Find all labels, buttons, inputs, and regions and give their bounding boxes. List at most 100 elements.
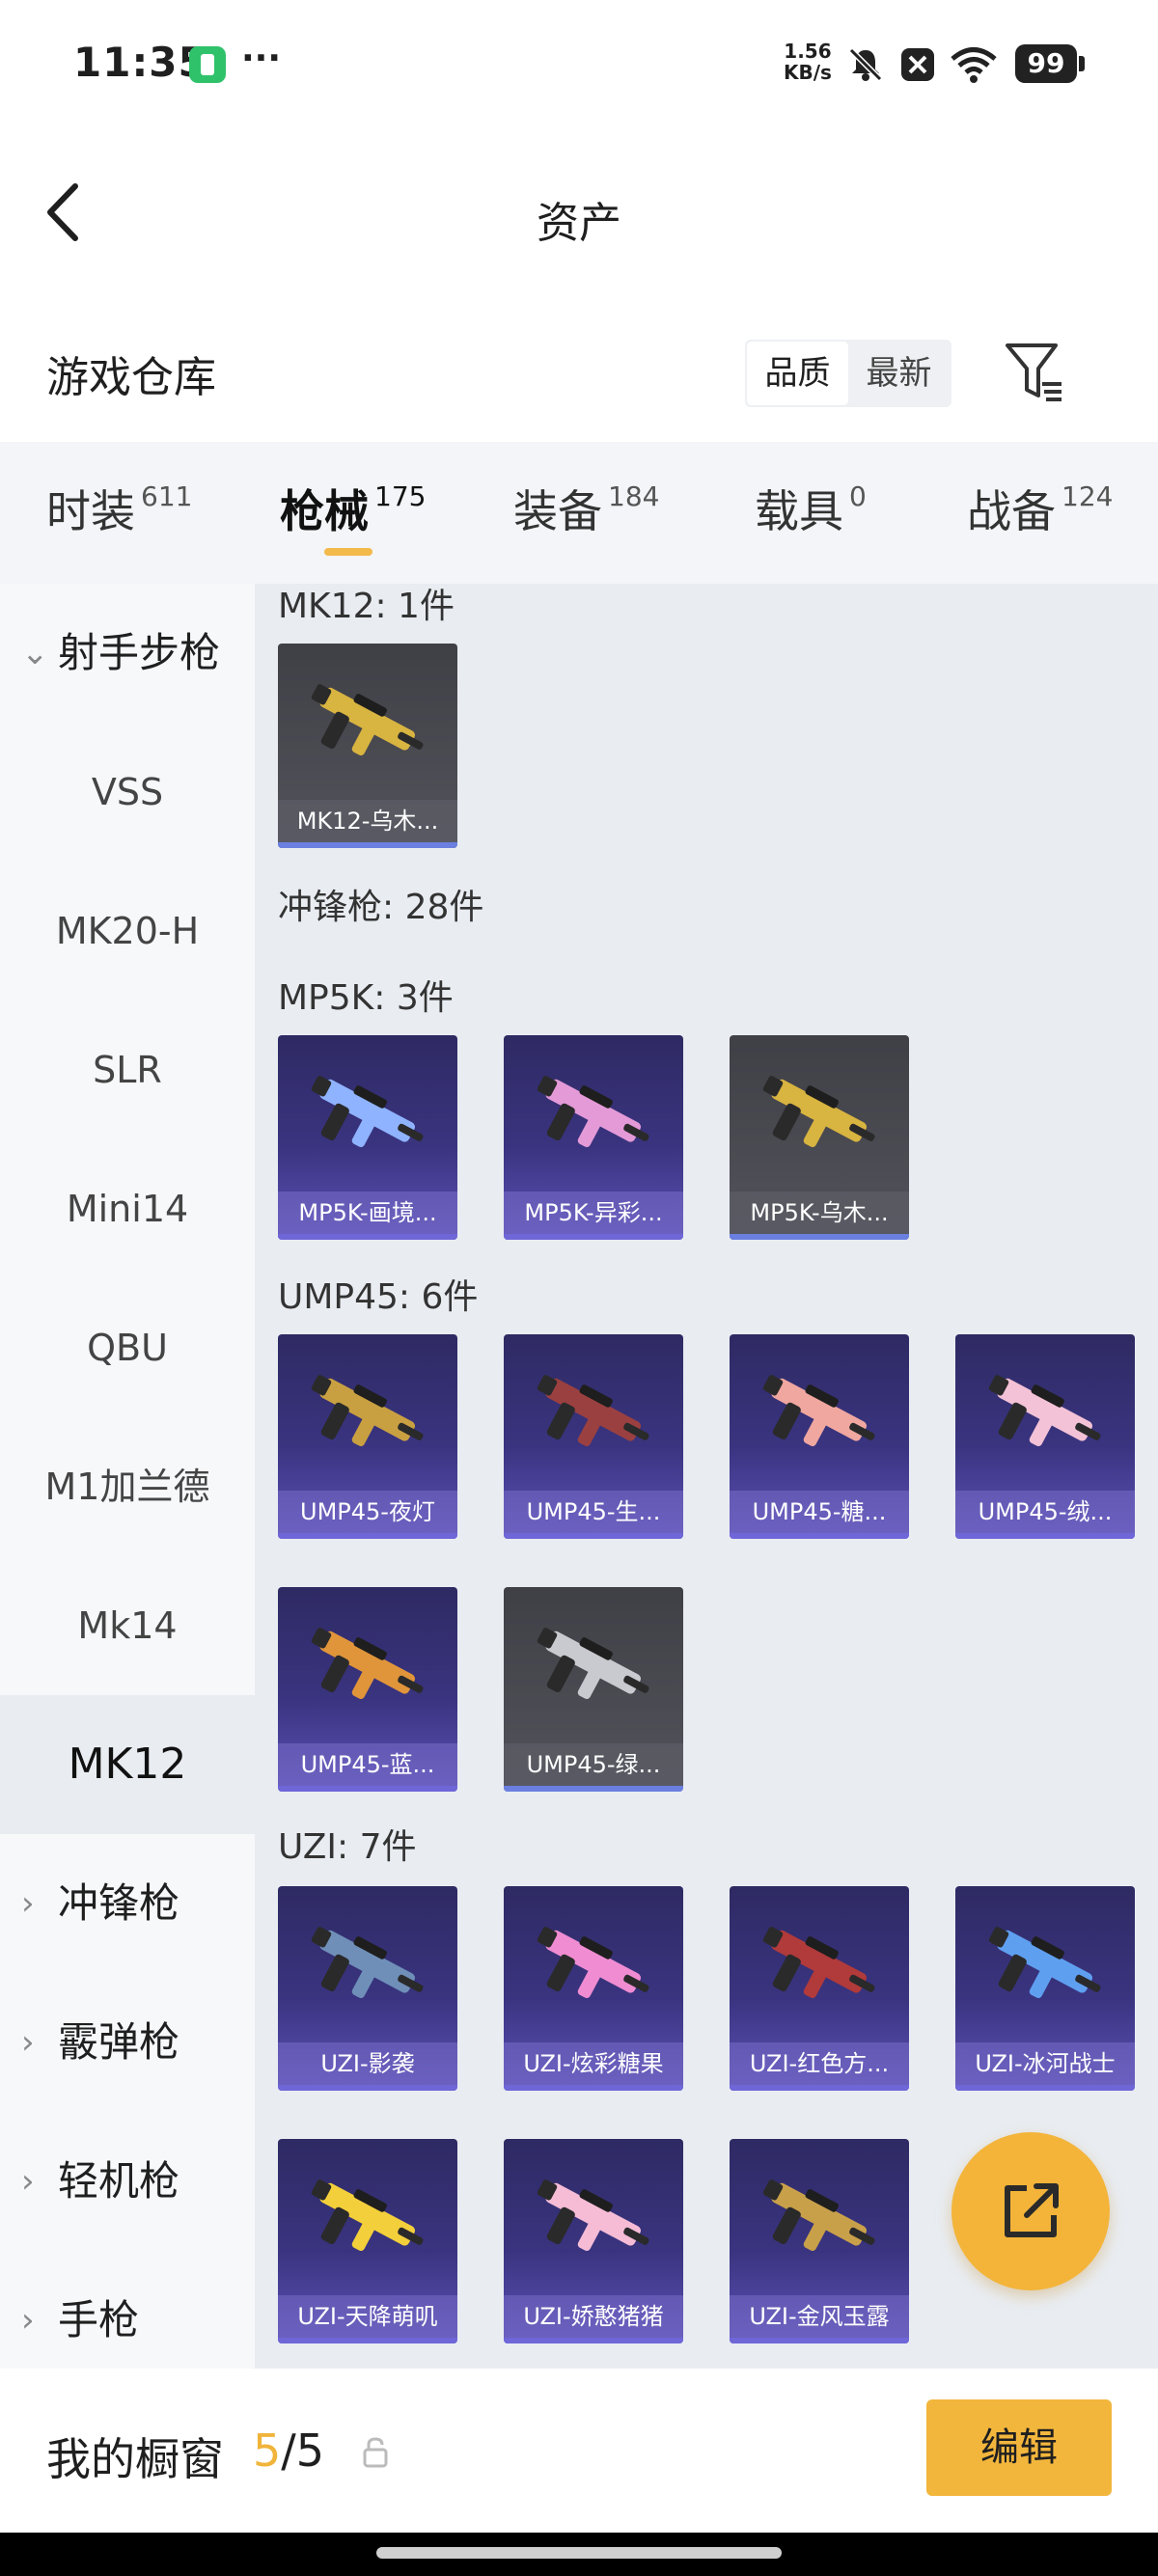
weapon-skin-card[interactable]: UZI-炫彩糖果 [504, 1886, 683, 2091]
tab-label: 战备 [967, 485, 1056, 537]
weapon-skin-name: MK12-乌木... [278, 800, 457, 842]
sort-quality-button[interactable]: 品质 [747, 342, 848, 405]
weapon-skin-card[interactable]: MP5K-乌木... [730, 1035, 909, 1240]
weapon-skin-card[interactable]: MK12-乌木... [278, 644, 457, 848]
tab-label: 时装 [46, 485, 135, 537]
tab-label: 装备 [513, 485, 602, 537]
sidebar-group-shotgun[interactable]: › 霰弹枪 [0, 1973, 255, 2112]
section-header-ump45: UMP45: 6件 [278, 1277, 479, 1317]
tab-label: 枪械 [280, 485, 369, 537]
showcase-count-total: 5 [295, 2425, 325, 2477]
tab-count: 611 [141, 480, 193, 512]
weapon-skin-name: UZI-影袭 [278, 2042, 457, 2085]
tab-equipment[interactable]: 装备 184 [513, 477, 659, 540]
status-time: 11:35 [73, 39, 207, 86]
weapon-skin-name: MP5K-乌木... [730, 1192, 909, 1234]
weapon-skin-card[interactable]: UZI-影袭 [278, 1886, 457, 2091]
weapon-image-icon [537, 2179, 649, 2252]
weapon-skin-card[interactable]: UMP45-绒... [955, 1334, 1135, 1539]
weapon-skin-name: UMP45-生... [504, 1491, 683, 1533]
tab-count: 124 [1062, 480, 1114, 512]
weapon-skin-card[interactable]: MP5K-异彩... [504, 1035, 683, 1240]
sort-newest-button[interactable]: 最新 [848, 342, 950, 405]
weapon-image-icon [762, 1927, 875, 1999]
sidebar-item-slr[interactable]: SLR [0, 1000, 255, 1139]
weapon-skin-card[interactable]: UMP45-夜灯 [278, 1334, 457, 1539]
home-indicator[interactable] [376, 2547, 782, 2559]
weapon-skin-card[interactable]: UMP45-蓝... [278, 1587, 457, 1792]
battery-indicator: 99 [1015, 44, 1085, 83]
status-bar: 11:35 ··· 1.56 KB/s 99 [0, 0, 1158, 130]
sidebar-item-label: 射手步枪 [58, 629, 221, 676]
weapon-image-icon [311, 1927, 424, 1999]
sidebar-item-mk12[interactable]: MK12 [0, 1695, 255, 1834]
weapon-image-icon [311, 1375, 424, 1447]
sidebar-group-lmg[interactable]: › 轻机枪 [0, 2112, 255, 2251]
weapon-skin-card[interactable]: UMP45-生... [504, 1334, 683, 1539]
weapon-skin-name: UMP45-蓝... [278, 1743, 457, 1786]
chevron-right-icon: › [21, 2162, 35, 2201]
chevron-right-icon: › [21, 2023, 35, 2062]
weapon-skin-card[interactable]: UZI-娇憨猪猪 [504, 2139, 683, 2343]
item-grid: MK12: 1件 冲锋枪: 28件 MP5K: 3件 UMP45: 6件 UZI… [255, 584, 1158, 2369]
showcase-bar: 我的橱窗 5/5 编辑 [0, 2369, 1158, 2533]
sidebar-item-vss[interactable]: VSS [0, 723, 255, 862]
weapon-skin-card[interactable]: UZI-红色方... [730, 1886, 909, 2091]
weapon-image-icon [311, 684, 424, 756]
weapon-skin-card[interactable]: MP5K-画境... [278, 1035, 457, 1240]
weapon-skin-name: MP5K-画境... [278, 1192, 457, 1234]
sort-toggle: 品质 最新 [745, 340, 951, 407]
mute-bell-icon [848, 47, 883, 82]
sidebar-item-m1-garand[interactable]: M1加兰德 [0, 1417, 255, 1556]
weapon-skin-name: UZI-冰河战士 [955, 2042, 1135, 2085]
sidebar-item-qbu[interactable]: QBU [0, 1278, 255, 1417]
share-fab-button[interactable] [951, 2132, 1110, 2290]
tab-count: 184 [608, 480, 660, 512]
sidebar-item-label: 轻机枪 [58, 2157, 180, 2205]
tab-count: 175 [374, 480, 427, 512]
weapon-skin-name: UZI-炫彩糖果 [504, 2042, 683, 2085]
weapon-image-icon [762, 1076, 875, 1148]
weapon-image-icon [311, 1076, 424, 1148]
tab-count: 0 [849, 480, 867, 512]
sidebar-group-smg[interactable]: › 冲锋枪 [0, 1834, 255, 1973]
sidebar-item-label: 霰弹枪 [58, 2018, 180, 2066]
lock-icon [363, 2437, 388, 2468]
weapon-skin-name: UZI-天降萌叽 [278, 2295, 457, 2338]
showcase-count-separator: / [281, 2425, 296, 2477]
sidebar-group-marksman-rifle[interactable]: ⌄ 射手步枪 [0, 584, 255, 723]
weapon-skin-card[interactable]: UMP45-糖... [730, 1334, 909, 1539]
tab-vehicles[interactable]: 载具 0 [755, 477, 867, 540]
tab-fashion[interactable]: 时装 611 [46, 477, 192, 540]
chevron-down-icon: ⌄ [21, 634, 49, 672]
weapon-image-icon [762, 1375, 875, 1447]
sidebar-item-mk20h[interactable]: MK20-H [0, 862, 255, 1000]
tab-label: 载具 [755, 485, 843, 537]
weapon-image-icon [537, 1927, 649, 1999]
network-speed: 1.56 KB/s [784, 41, 832, 83]
weapon-image-icon [537, 1076, 649, 1148]
showcase-count-current: 5 [253, 2425, 282, 2477]
weapon-skin-card[interactable]: UMP45-绿... [504, 1587, 683, 1792]
tab-supplies[interactable]: 战备 124 [967, 477, 1113, 540]
page-title: 资产 [537, 199, 621, 248]
filter-icon[interactable] [1004, 340, 1065, 405]
tab-firearms[interactable]: 枪械 175 [280, 477, 426, 540]
showcase-label: 我的橱窗 [46, 2433, 224, 2485]
edit-showcase-button[interactable]: 编辑 [926, 2399, 1112, 2496]
weapon-skin-name: UMP45-糖... [730, 1491, 909, 1533]
weapon-image-icon [311, 1628, 424, 1700]
weapon-skin-card[interactable]: UZI-天降萌叽 [278, 2139, 457, 2343]
sim-off-icon [901, 48, 934, 81]
sidebar-item-label: 冲锋枪 [58, 1879, 180, 1927]
app-notification-icon [189, 46, 226, 83]
chevron-right-icon: › [21, 1884, 35, 1923]
weapon-skin-card[interactable]: UZI-金风玉露 [730, 2139, 909, 2343]
weapon-skin-name: UMP45-夜灯 [278, 1491, 457, 1533]
weapon-image-icon [988, 1375, 1101, 1447]
sidebar: ⌄ 射手步枪 VSS MK20-H SLR Mini14 QBU M1加兰德 Mk… [0, 584, 255, 2369]
wifi-icon [951, 47, 997, 83]
sidebar-item-mk14[interactable]: Mk14 [0, 1556, 255, 1695]
sidebar-item-mini14[interactable]: Mini14 [0, 1139, 255, 1278]
weapon-skin-card[interactable]: UZI-冰河战士 [955, 1886, 1135, 2091]
